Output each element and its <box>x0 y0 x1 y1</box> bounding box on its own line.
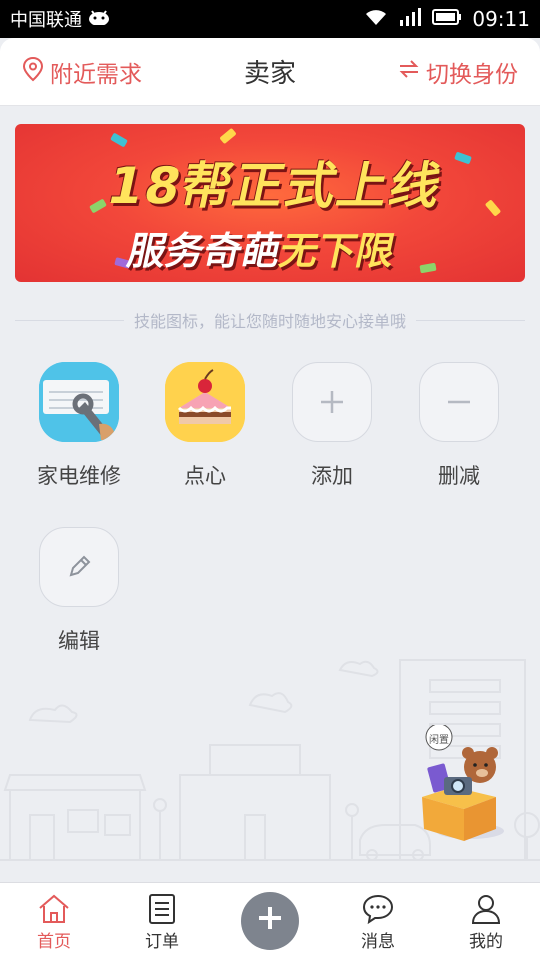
tab-profile[interactable]: 我的 <box>432 883 540 960</box>
promo-banner[interactable]: 18帮正式上线 服务奇葩无下限 <box>15 124 525 282</box>
android-icon <box>88 9 110 30</box>
nearby-demand-label: 附近需求 <box>50 61 142 88</box>
location-pin-icon <box>22 56 44 88</box>
tab-orders[interactable]: 订单 <box>108 883 216 960</box>
orders-icon <box>144 891 180 927</box>
wifi-icon <box>364 8 388 31</box>
remove-skill-button[interactable]: 删减 <box>409 362 509 490</box>
tab-home-label: 首页 <box>37 932 71 952</box>
plus-icon <box>292 362 372 442</box>
banner-line-2: 服务奇葩无下限 <box>15 220 523 275</box>
skill-appliance-repair[interactable]: 家电维修 <box>29 362 129 490</box>
idle-items-mascot: 闲置 <box>410 723 510 845</box>
banner-line-2-b: 无下限 <box>275 229 400 273</box>
banner-line-1: 18帮正式上线 <box>102 157 449 215</box>
divider-line <box>15 319 124 321</box>
skill-dessert[interactable]: 点心 <box>155 362 255 490</box>
tab-profile-label: 我的 <box>469 932 503 952</box>
message-icon <box>360 891 396 927</box>
user-icon <box>468 891 504 927</box>
signal-icon <box>398 7 422 31</box>
carrier-name: 中国联通 <box>10 10 82 31</box>
skill-hint-text: 技能图标，能让您随时随地安心接单哦 <box>134 312 407 331</box>
clock: 09:11 <box>472 7 530 31</box>
plus-icon <box>256 904 284 937</box>
skill-label: 添加 <box>311 464 353 488</box>
edit-skill-button[interactable]: 编辑 <box>29 527 129 655</box>
cake-icon <box>165 362 245 442</box>
switch-identity-button[interactable]: 切换身份 <box>398 55 518 89</box>
skill-label: 家电维修 <box>37 464 121 488</box>
pencil-icon <box>39 527 119 607</box>
banner-headline: 18帮正式上线 服务奇葩无下限 <box>15 146 525 275</box>
confetti-shape <box>219 127 237 145</box>
minus-icon <box>419 362 499 442</box>
skill-label: 点心 <box>184 464 226 488</box>
nearby-demand-button[interactable]: 附近需求 <box>22 55 142 89</box>
battery-icon <box>432 8 462 31</box>
tab-messages[interactable]: 消息 <box>324 883 432 960</box>
skill-label: 删减 <box>438 464 480 488</box>
top-bar: 附近需求 卖家 切换身份 <box>0 38 540 106</box>
tab-home[interactable]: 首页 <box>0 883 108 960</box>
status-bar: 中国联通 09:11 <box>0 0 540 38</box>
switch-identity-label: 切换身份 <box>426 61 518 88</box>
bottom-navigation: 首页 订单 消息 我的 <box>0 882 540 960</box>
publish-button[interactable] <box>241 891 299 950</box>
banner-line-2-a: 服务奇葩 <box>123 229 286 273</box>
swap-arrows-icon <box>398 59 420 85</box>
tab-orders-label: 订单 <box>145 932 179 952</box>
divider-line <box>416 319 526 321</box>
tab-messages-label: 消息 <box>361 932 395 952</box>
appliance-repair-icon <box>39 362 119 442</box>
home-icon <box>36 891 72 927</box>
tab-publish[interactable] <box>216 883 324 960</box>
idle-badge-text: 闲置 <box>429 735 449 746</box>
add-skill-button[interactable]: 添加 <box>282 362 382 490</box>
skill-hint: 技能图标，能让您随时随地安心接单哦 <box>15 308 526 332</box>
